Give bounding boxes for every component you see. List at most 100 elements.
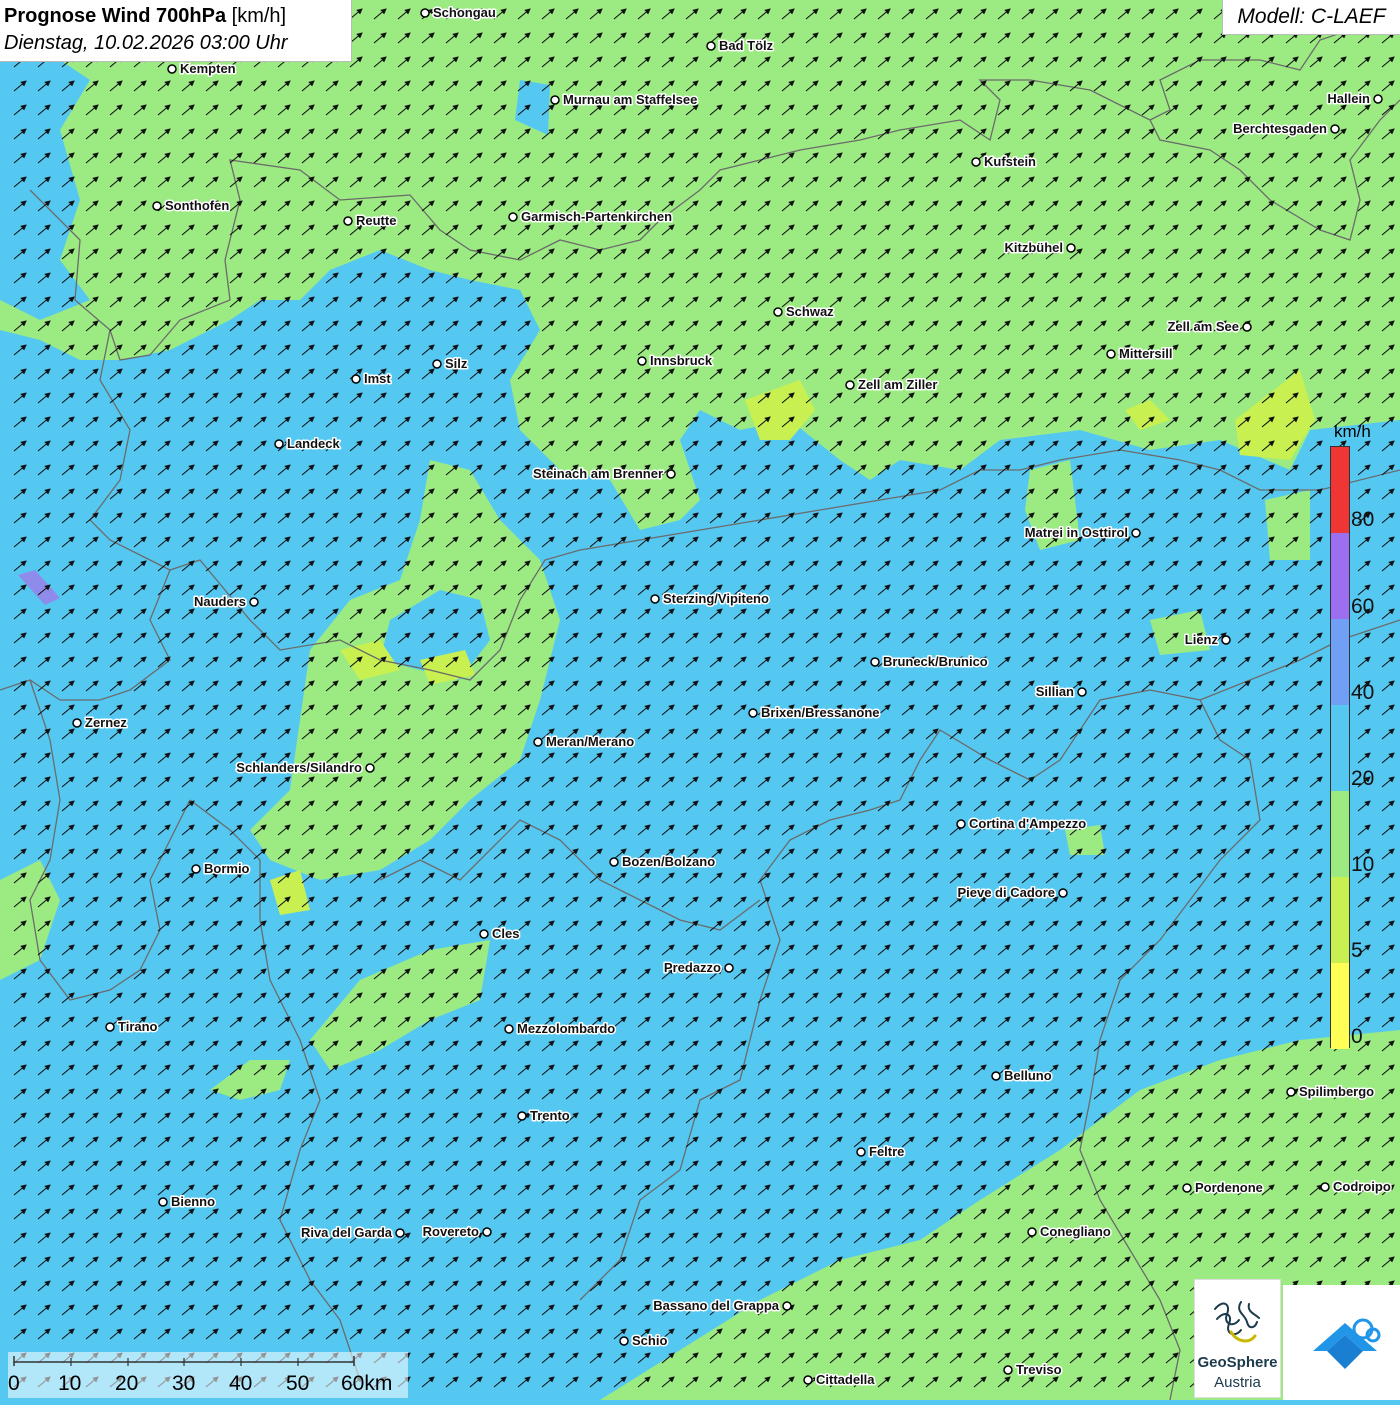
- city-marker[interactable]: Murnau am Staffelsee: [550, 91, 699, 109]
- city-dot-icon: [1242, 322, 1252, 332]
- scale-label-50: 50: [286, 1372, 310, 1395]
- city-label: Berchtesgaden: [1233, 121, 1327, 136]
- city-dot-icon: [517, 1111, 527, 1121]
- city-dot-icon: [1058, 888, 1068, 898]
- scale-label-30: 30: [172, 1372, 196, 1395]
- city-label: Lienz: [1185, 632, 1219, 647]
- city-marker[interactable]: Conegliano: [1027, 1223, 1112, 1241]
- city-marker[interactable]: Bozen/Bolzano: [609, 853, 717, 871]
- legend-unit: km/h: [1334, 422, 1371, 441]
- city-dot-icon: [395, 1228, 405, 1238]
- city-dot-icon: [991, 1071, 1001, 1081]
- city-label: Kufstein: [984, 154, 1036, 169]
- city-marker[interactable]: Brixen/Bressanone: [748, 704, 881, 722]
- model-label: Modell: C-LAEF: [1222, 0, 1400, 35]
- city-dot-icon: [191, 864, 201, 874]
- city-label: Silz: [445, 356, 468, 371]
- geosphere-logo[interactable]: GeoSphere Austria: [1194, 1279, 1281, 1398]
- city-label: Brixen/Bressanone: [761, 705, 880, 720]
- city-dot-icon: [773, 307, 783, 317]
- city-label: Trento: [530, 1108, 570, 1123]
- geosphere-sub: Austria: [1214, 1374, 1261, 1391]
- city-dot-icon: [420, 8, 430, 18]
- city-label: Rovereto: [423, 1224, 479, 1239]
- forecast-datetime: Dienstag, 10.02.2026 03:00 Uhr: [4, 32, 288, 54]
- city-label: Sonthofen: [165, 198, 229, 213]
- city-dot-icon: [504, 1024, 514, 1034]
- legend-seg-40: [1331, 619, 1349, 705]
- city-dot-icon: [508, 212, 518, 222]
- legend-tick-80: 80: [1351, 508, 1375, 531]
- city-label: Hallein: [1327, 91, 1370, 106]
- city-label: Conegliano: [1040, 1224, 1111, 1239]
- scale-bar-line: [13, 1356, 355, 1366]
- city-label: Mezzolombardo: [517, 1021, 615, 1036]
- city-label: Landeck: [287, 436, 341, 451]
- wind-map: Schongau Bad Tölz Kempten Murnau am Staffel…: [0, 0, 1400, 1400]
- city-dot-icon: [956, 819, 966, 829]
- legend-tick-20: 20: [1351, 767, 1375, 790]
- city-label: Feltre: [869, 1144, 904, 1159]
- city-marker[interactable]: Zell am Ziller: [845, 376, 939, 394]
- legend-tick-5: 5: [1351, 939, 1363, 962]
- city-dot-icon: [479, 929, 489, 939]
- city-label: Reutte: [356, 213, 396, 228]
- city-label: Garmisch-Partenkirchen: [521, 209, 672, 224]
- geosphere-name: GeoSphere: [1197, 1354, 1278, 1371]
- city-marker[interactable]: Garmisch-Partenkirchen: [508, 208, 674, 226]
- city-label: Bormio: [204, 861, 250, 876]
- city-dot-icon: [1003, 1365, 1013, 1375]
- city-dot-icon: [351, 374, 361, 384]
- city-marker[interactable]: Pieve di Cadore: [956, 884, 1068, 902]
- city-label: Zernez: [85, 715, 127, 730]
- city-marker[interactable]: Sterzing/Vipiteno: [650, 590, 770, 608]
- city-marker[interactable]: Meran/Merano: [533, 733, 636, 751]
- wind-region-east-edge: [1265, 490, 1310, 560]
- city-dot-icon: [432, 359, 442, 369]
- city-label: Steinach am Brenner: [533, 466, 663, 481]
- city-dot-icon: [105, 1022, 115, 1032]
- city-marker[interactable]: Innsbruck: [637, 352, 714, 370]
- city-dot-icon: [724, 963, 734, 973]
- city-marker[interactable]: Mezzolombardo: [504, 1020, 617, 1038]
- city-label: Cortina d'Ampezzo: [969, 816, 1086, 831]
- weather-app-logo[interactable]: [1283, 1285, 1400, 1400]
- city-label: Bruneck/Brunico: [883, 654, 988, 669]
- city-label: Zell am See: [1167, 319, 1239, 334]
- city-label: Cittadella: [816, 1372, 875, 1387]
- scale-label-60km: 60km: [341, 1372, 393, 1395]
- city-dot-icon: [1106, 349, 1116, 359]
- city-marker[interactable]: Bruneck/Brunico: [870, 653, 989, 671]
- city-marker[interactable]: Steinach am Brenner: [531, 465, 676, 483]
- city-marker[interactable]: Spilimbergo: [1286, 1083, 1376, 1101]
- city-dot-icon: [782, 1301, 792, 1311]
- city-label: Meran/Merano: [546, 734, 634, 749]
- city-marker[interactable]: Zell am See: [1166, 318, 1252, 336]
- city-dot-icon: [482, 1227, 492, 1237]
- city-dot-icon: [1320, 1182, 1330, 1192]
- city-marker[interactable]: Cortina d'Ampezzo: [956, 815, 1088, 833]
- city-label: Schlanders/Silandro: [236, 760, 362, 775]
- map-title-bold: Prognose Wind 700hPa: [4, 5, 227, 27]
- city-label: Spilimbergo: [1299, 1084, 1374, 1099]
- geosphere-emblem-icon: [1214, 1301, 1260, 1343]
- city-label: Schongau: [433, 5, 496, 20]
- city-marker[interactable]: Sonthofen: [152, 197, 231, 215]
- city-marker[interactable]: Pordenone: [1182, 1179, 1264, 1197]
- city-marker[interactable]: Schlanders/Silandro: [235, 759, 375, 777]
- city-label: Pordenone: [1195, 1180, 1263, 1195]
- city-marker[interactable]: Riva del Garda: [299, 1224, 405, 1242]
- city-dot-icon: [706, 41, 716, 51]
- city-label: Schio: [632, 1333, 667, 1348]
- city-marker[interactable]: Bassano del Grappa: [652, 1297, 792, 1315]
- city-marker[interactable]: Berchtesgaden: [1232, 120, 1340, 138]
- city-dot-icon: [1027, 1227, 1037, 1237]
- city-marker[interactable]: Matrei in Osttirol: [1023, 524, 1141, 542]
- city-dot-icon: [1373, 94, 1383, 104]
- city-dot-icon: [1182, 1183, 1192, 1193]
- legend-tick-40: 40: [1351, 681, 1375, 704]
- city-label: Riva del Garda: [301, 1225, 393, 1240]
- city-label: Innsbruck: [650, 353, 713, 368]
- city-dot-icon: [72, 718, 82, 728]
- city-marker[interactable]: Schongau: [420, 4, 497, 22]
